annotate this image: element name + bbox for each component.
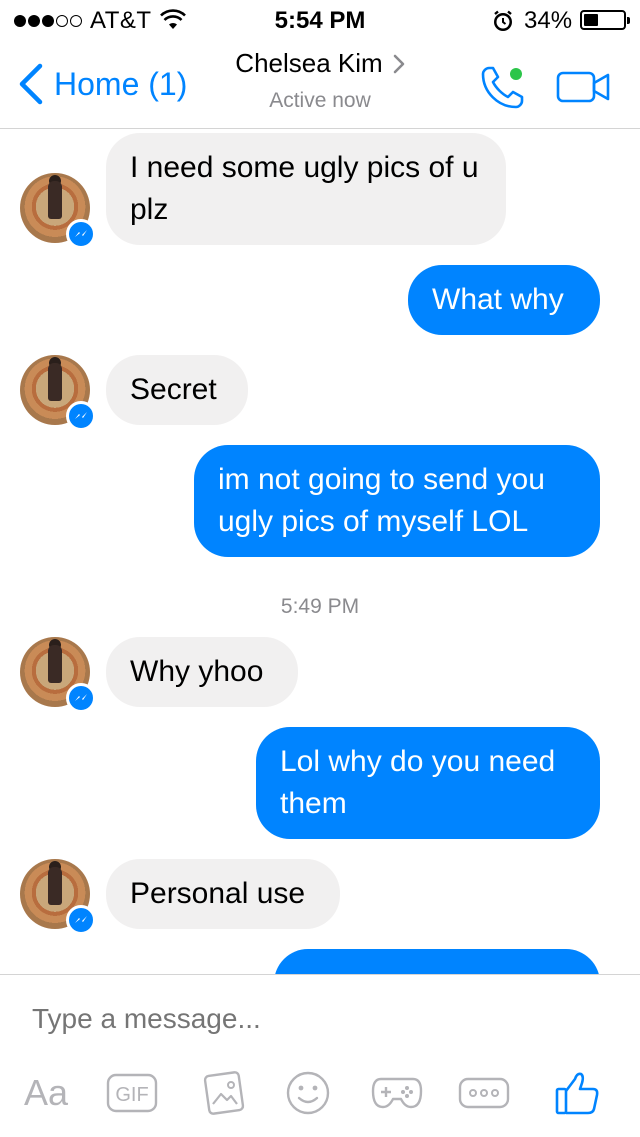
battery-percent: 34% bbox=[524, 7, 573, 34]
thumbs-up-icon bbox=[555, 1072, 599, 1115]
more-button[interactable] bbox=[458, 1063, 510, 1123]
active-dot bbox=[510, 68, 522, 80]
incoming-message[interactable]: Why yhoo bbox=[106, 637, 298, 707]
active-status: Active now bbox=[269, 89, 371, 112]
contact-avatar[interactable] bbox=[20, 173, 96, 249]
messenger-badge-icon bbox=[66, 683, 96, 713]
contact-title[interactable]: Chelsea Kim Active now bbox=[200, 48, 440, 113]
games-button[interactable] bbox=[370, 1063, 424, 1123]
incoming-message[interactable]: Personal use bbox=[106, 859, 340, 929]
game-controller-icon bbox=[371, 1077, 423, 1109]
text-format-button[interactable]: Aa bbox=[18, 1063, 74, 1123]
composer: Aa GIF bbox=[0, 974, 640, 1137]
emoji-button[interactable] bbox=[284, 1063, 332, 1123]
contact-name: Chelsea Kim bbox=[235, 48, 383, 78]
message-input[interactable] bbox=[32, 1003, 612, 1035]
message-text: Why yhoo bbox=[130, 655, 264, 688]
outgoing-message-partial[interactable] bbox=[274, 949, 600, 974]
message-text: Personal use bbox=[130, 877, 306, 910]
gif-label: GIF bbox=[115, 1084, 148, 1106]
like-button[interactable] bbox=[552, 1063, 602, 1123]
back-button-label: Home (1) bbox=[54, 65, 188, 102]
message-text: I need some ugly pics of u plz bbox=[130, 151, 479, 226]
messenger-badge-icon bbox=[66, 401, 96, 431]
message-list[interactable]: I need some ugly pics of u plz What why … bbox=[0, 129, 640, 974]
aa-label: Aa bbox=[23, 1072, 69, 1113]
chevron-right-icon bbox=[393, 54, 405, 73]
outgoing-message[interactable]: im not going to send you ugly pics of my… bbox=[194, 445, 600, 557]
more-icon bbox=[458, 1077, 510, 1109]
messenger-badge-icon bbox=[66, 905, 96, 935]
outgoing-message[interactable]: What why bbox=[408, 265, 600, 335]
contact-avatar[interactable] bbox=[20, 355, 96, 431]
back-button[interactable]: Home (1) bbox=[16, 62, 187, 106]
composer-toolbar: Aa GIF bbox=[0, 1063, 640, 1123]
video-camera-icon bbox=[556, 71, 610, 103]
gif-icon: GIF bbox=[106, 1073, 158, 1113]
contact-avatar[interactable] bbox=[20, 637, 96, 713]
message-text: im not going to send you ugly pics of my… bbox=[218, 463, 545, 538]
outgoing-message[interactable]: Lol why do you need them bbox=[256, 727, 600, 839]
messenger-badge-icon bbox=[66, 219, 96, 249]
incoming-message[interactable]: I need some ugly pics of u plz bbox=[106, 133, 506, 245]
photo-icon bbox=[203, 1071, 245, 1115]
incoming-message[interactable]: Secret bbox=[106, 355, 248, 425]
message-text: Lol why do you need them bbox=[280, 745, 556, 820]
chevron-left-icon bbox=[19, 63, 43, 105]
alarm-icon bbox=[494, 10, 512, 31]
status-bar: AT&T 5:54 PM 34% bbox=[0, 0, 640, 40]
message-text: What why bbox=[432, 283, 564, 316]
gif-button[interactable]: GIF bbox=[104, 1063, 160, 1123]
battery-icon bbox=[580, 10, 630, 30]
contact-avatar[interactable] bbox=[20, 859, 96, 935]
conversation-header: Home (1) Chelsea Kim Active now bbox=[0, 40, 640, 129]
smiley-icon bbox=[286, 1071, 330, 1115]
photo-button[interactable] bbox=[196, 1063, 252, 1123]
video-call-button[interactable] bbox=[556, 70, 612, 104]
message-text: Secret bbox=[130, 373, 217, 406]
message-timestamp: 5:49 PM bbox=[280, 595, 360, 618]
call-button[interactable] bbox=[478, 62, 528, 112]
